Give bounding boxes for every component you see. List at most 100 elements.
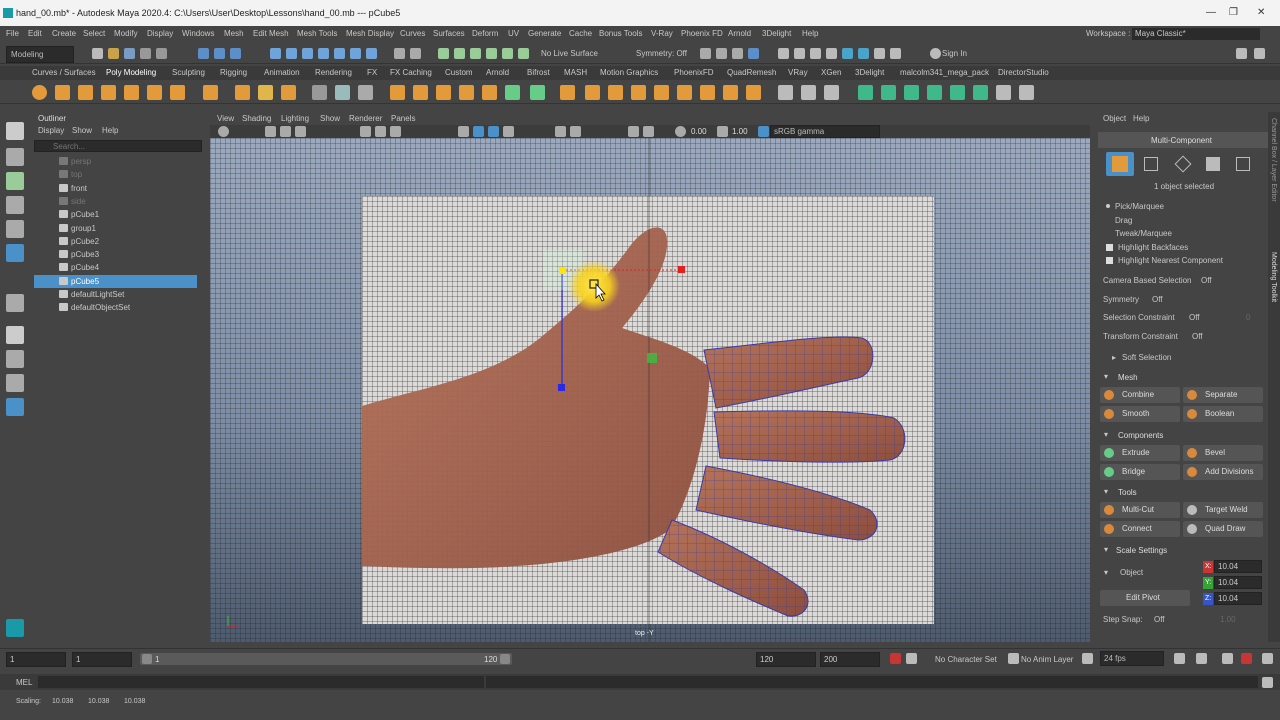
outliner-menu-show[interactable]: Show [72,126,92,135]
history-icon[interactable] [410,48,421,59]
film-gate-icon[interactable] [375,126,386,137]
multi-cut-icon[interactable] [746,85,761,100]
snap-plane-icon[interactable] [366,48,377,59]
connect-icon[interactable] [801,85,816,100]
outliner-item[interactable]: persp [34,155,197,168]
range-slider[interactable] [140,653,512,665]
menu-edit-mesh[interactable]: Edit Mesh [253,29,289,38]
shelf-tab-arnold[interactable]: Arnold [486,68,509,77]
undo-icon[interactable] [140,48,151,59]
ipr-render-icon[interactable] [810,48,821,59]
poly-plane-icon[interactable] [147,85,162,100]
vertex-mode-icon[interactable] [1144,157,1158,171]
fill-hole-icon[interactable] [631,85,646,100]
bridge-edge-icon[interactable] [585,85,600,100]
layout-icon[interactable] [996,85,1011,100]
textured-icon[interactable] [503,126,514,137]
anim-layer-icon[interactable] [1082,653,1093,664]
camera-icon[interactable] [643,126,654,137]
construction-history-icon[interactable] [470,48,481,59]
menu-surfaces[interactable]: Surfaces [433,29,465,38]
edge-mode-icon[interactable] [1174,155,1192,173]
shelf-tab-motion-graphics[interactable]: Motion Graphics [600,68,658,77]
target-weld-button[interactable]: Target Weld [1183,502,1263,518]
select-tool-icon[interactable] [6,122,24,140]
input-output-icon[interactable] [438,48,449,59]
viewport-menu-renderer[interactable]: Renderer [349,114,382,123]
spherical-map-icon[interactable] [927,85,942,100]
highlight-nearest-checkbox[interactable] [1106,257,1113,264]
exposure-value[interactable]: 0.00 [691,127,707,136]
symmetry-option-label[interactable]: Symmetry [1103,295,1139,304]
shelf-tab-phoenixfd[interactable]: PhoenixFD [674,68,714,77]
merge-icon[interactable] [700,85,715,100]
planar-map-icon[interactable] [881,85,896,100]
scale-x-field[interactable]: 10.04 [1214,560,1262,573]
pause-icon[interactable] [874,48,885,59]
step-snap-number[interactable]: 1.00 [1220,615,1236,624]
menu-select[interactable]: Select [83,29,105,38]
shelf-tab-rigging[interactable]: Rigging [220,68,247,77]
bevel-button[interactable]: Bevel [1183,445,1263,461]
color-space-dropdown[interactable]: sRGB gamma [770,125,880,138]
new-scene-icon[interactable] [92,48,103,59]
drag-label[interactable]: Drag [1115,216,1132,225]
resolution-gate-icon[interactable] [390,126,401,137]
move-tool-icon[interactable] [6,196,24,214]
shelf-tab-directorstudio[interactable]: DirectorStudio [998,68,1049,77]
loop-icon[interactable] [1174,653,1185,664]
outliner-item[interactable]: pCube5 [34,274,197,288]
toolkit-menu-object[interactable]: Object [1103,114,1126,123]
menu-generate[interactable]: Generate [528,29,561,38]
shelf-tab-animation[interactable]: Animation [264,68,300,77]
edit-pivot-button[interactable]: Edit Pivot [1100,590,1190,606]
snap-grid-icon[interactable] [270,48,281,59]
uv-mode-icon[interactable] [1236,157,1250,171]
append-icon[interactable] [608,85,623,100]
add-divisions-button[interactable]: Add Divisions [1183,464,1263,480]
toolkit-menu-help[interactable]: Help [1133,114,1149,123]
poly-cylinder-icon[interactable] [78,85,93,100]
extract-icon[interactable] [436,85,451,100]
range-slider-left-handle[interactable] [142,654,152,664]
shelf-tab-poly-modeling[interactable]: Poly Modeling [106,68,156,77]
color-management-icon[interactable] [758,126,769,137]
lock-icon[interactable] [394,48,405,59]
save-scene-icon[interactable] [124,48,135,59]
menu-mesh[interactable]: Mesh [224,29,244,38]
menu-modify[interactable]: Modify [114,29,138,38]
preferences-icon[interactable] [906,653,917,664]
pause-icon[interactable] [890,48,901,59]
four-pane-icon[interactable] [6,350,24,368]
snap-point-icon[interactable] [302,48,313,59]
viewport-menu-view[interactable]: View [217,114,234,123]
select-component-icon[interactable] [230,48,241,59]
toggle-icon[interactable] [748,48,759,59]
menu-bonus-tools[interactable]: Bonus Tools [599,29,642,38]
symmetry-label[interactable]: Symmetry: Off [636,49,687,58]
menu-display[interactable]: Display [147,29,173,38]
shelf-tab-bifrost[interactable]: Bifrost [527,68,550,77]
svg-icon[interactable] [281,85,296,100]
outliner-search-input[interactable] [34,140,202,152]
render-frame-icon[interactable] [794,48,805,59]
fps-dropdown[interactable]: 24 fps [1100,651,1164,666]
character-set-icon[interactable] [1008,653,1019,664]
wireframe-on-shaded-icon[interactable] [488,126,499,137]
viewport-menu-panels[interactable]: Panels [391,114,415,123]
toggle-panel-icon[interactable] [1254,48,1265,59]
shelf-tab-xgen[interactable]: XGen [821,68,841,77]
bridge-icon[interactable] [530,85,545,100]
menu-curves[interactable]: Curves [400,29,425,38]
menu-create[interactable]: Create [52,29,76,38]
symmetry-option-value[interactable]: Off [1152,295,1163,304]
snap-vertex-icon[interactable] [350,48,361,59]
camera-icon[interactable] [280,126,291,137]
menu-mesh-tools[interactable]: Mesh Tools [297,29,337,38]
shelf-tab-curves-surfaces[interactable]: Curves / Surfaces [32,68,96,77]
sign-in-button[interactable]: Sign In [942,49,967,58]
gamma-value[interactable]: 1.00 [732,127,748,136]
scale-y-field[interactable]: 10.04 [1214,576,1262,589]
multi-cut-button[interactable]: Multi-Cut [1100,502,1180,518]
lasso-tool-icon[interactable] [6,148,24,166]
